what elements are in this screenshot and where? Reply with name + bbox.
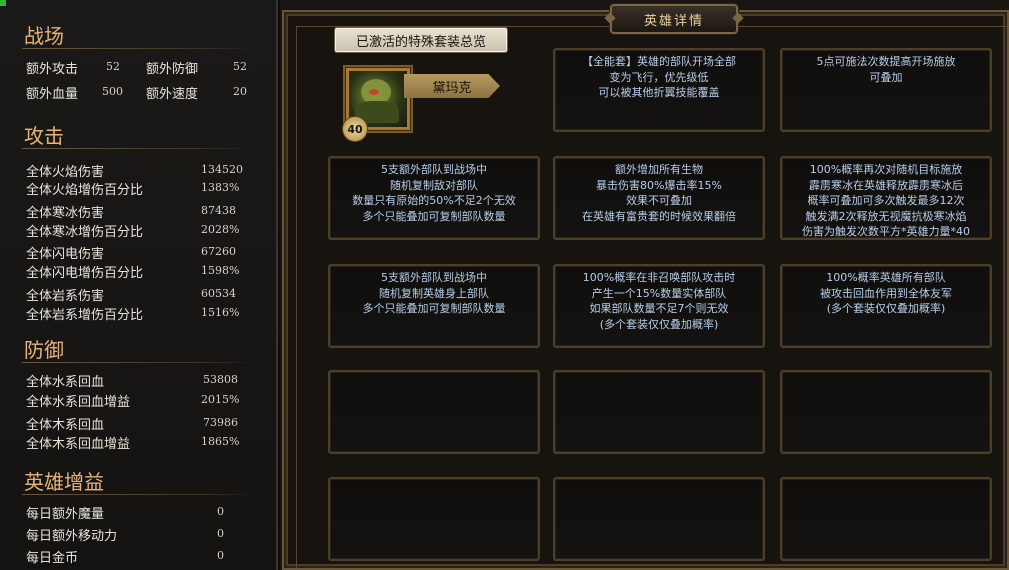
stat-value: 0 — [217, 527, 224, 540]
stat-label: 全体寒冰伤害 — [26, 206, 105, 221]
stat-value: 500 — [102, 85, 123, 98]
divider — [22, 494, 254, 495]
stat-value: 67260 — [201, 245, 236, 258]
empty-set-card[interactable] — [553, 477, 765, 561]
set-card-text: 100%概率英雄所有部队 被攻击回血作用到全体友军 (多个套装仅仅叠加概率) — [820, 271, 952, 315]
set-card[interactable]: 5点可施法次数提高开场施放 可叠加 — [780, 48, 992, 132]
stat-label: 额外攻击 — [26, 62, 79, 77]
stat-value: 20 — [233, 85, 247, 98]
divider — [22, 362, 254, 363]
hero-level-badge: 40 — [342, 116, 368, 142]
stat-label: 全体闪电伤害 — [26, 247, 105, 262]
stat-value: 2015% — [201, 393, 240, 406]
stat-label: 额外速度 — [146, 87, 199, 102]
stat-label: 全体火焰伤害 — [26, 165, 105, 180]
stat-label: 每日额外魔量 — [26, 507, 105, 522]
stat-value: 52 — [233, 60, 247, 73]
set-card[interactable]: 额外增加所有生物 暴击伤害80%爆击率15% 效果不可叠加 在英雄有富贵套的时候… — [553, 156, 765, 240]
stat-value: 1383% — [201, 181, 240, 194]
empty-set-card[interactable] — [780, 370, 992, 454]
stat-label: 全体木系回血增益 — [26, 437, 131, 452]
set-card-text: 100%概率在非召唤部队攻击时 产生一个15%数量实体部队 如果部队数量不足7个… — [582, 271, 736, 331]
section-title-hero-buff: 英雄增益 — [24, 470, 104, 494]
stat-label: 全体木系回血 — [26, 418, 105, 433]
set-card-text: 5支额外部队到战场中 随机复制敌对部队 数量只有原始的50%不足2个无效 多个只… — [352, 163, 516, 223]
active-sets-overview-button[interactable]: 已激活的特殊套装总览 — [334, 27, 508, 53]
stat-value: 60534 — [201, 287, 236, 300]
hero-detail-panel: 英雄详情 已激活的特殊套装总览 40 黛玛克 【全能套】英雄的部队开场全部 变为… — [280, 0, 1009, 570]
stat-label: 每日额外移动力 — [26, 529, 118, 544]
set-card[interactable]: 100%概率再次对随机目标施放 霹雳寒冰在英雄释放霹雳寒冰后 概率可叠加可多次触… — [780, 156, 992, 240]
set-card[interactable]: 100%概率在非召唤部队攻击时 产生一个15%数量实体部队 如果部队数量不足7个… — [553, 264, 765, 348]
set-card[interactable]: 5支额外部队到战场中 随机复制敌对部队 数量只有原始的50%不足2个无效 多个只… — [328, 156, 540, 240]
stat-value: 0 — [217, 505, 224, 518]
stat-value: 1516% — [201, 306, 240, 319]
stat-label: 每日金币 — [26, 551, 79, 566]
set-card-text: 100%概率再次对随机目标施放 霹雳寒冰在英雄释放霹雳寒冰后 概率可叠加可多次触… — [802, 163, 970, 238]
stat-value: 1865% — [201, 435, 240, 448]
set-card-text: 额外增加所有生物 暴击伤害80%爆击率15% 效果不可叠加 在英雄有富贵套的时候… — [582, 163, 736, 223]
empty-set-card[interactable] — [328, 477, 540, 561]
set-card[interactable]: 【全能套】英雄的部队开场全部 变为飞行，优先级低 可以被其他折翼技能覆盖 — [553, 48, 765, 132]
empty-set-card[interactable] — [780, 477, 992, 561]
divider — [22, 48, 254, 49]
set-card-text: 5点可施法次数提高开场施放 可叠加 — [816, 55, 956, 84]
panel-title: 英雄详情 — [610, 4, 738, 34]
stat-label: 全体寒冰增伤百分比 — [26, 225, 144, 240]
stat-label: 全体岩系增伤百分比 — [26, 308, 144, 323]
stat-value: 0 — [217, 549, 224, 562]
stat-value: 87438 — [201, 204, 236, 217]
stat-label: 额外防御 — [146, 62, 199, 77]
stat-label: 全体岩系伤害 — [26, 289, 105, 304]
stats-panel: 战场 额外攻击 52 额外防御 52 额外血量 500 额外速度 20 攻击 全… — [0, 0, 278, 570]
set-card[interactable]: 100%概率英雄所有部队 被攻击回血作用到全体友军 (多个套装仅仅叠加概率) — [780, 264, 992, 348]
hero-name-label: 黛玛克 — [404, 74, 500, 98]
stat-value: 1598% — [201, 264, 240, 277]
stat-label: 全体闪电增伤百分比 — [26, 266, 144, 281]
section-title-defense: 防御 — [24, 338, 64, 362]
stat-label: 全体水系回血 — [26, 375, 105, 390]
empty-set-card[interactable] — [328, 370, 540, 454]
stat-label: 全体火焰增伤百分比 — [26, 183, 144, 198]
section-title-attack: 攻击 — [24, 124, 64, 148]
divider — [22, 148, 254, 149]
set-card[interactable]: 5支额外部队到战场中 随机复制英雄身上部队 多个只能叠加可复制部队数量 — [328, 264, 540, 348]
empty-set-card[interactable] — [553, 370, 765, 454]
stat-value: 2028% — [201, 223, 240, 236]
set-card-text: 5支额外部队到战场中 随机复制英雄身上部队 多个只能叠加可复制部队数量 — [362, 271, 506, 315]
stat-value: 52 — [106, 60, 120, 73]
stat-label: 额外血量 — [26, 87, 79, 102]
stat-value: 134520 — [201, 163, 243, 176]
section-title-battle: 战场 — [24, 24, 64, 48]
stat-label: 全体水系回血增益 — [26, 395, 131, 410]
stat-value: 73986 — [203, 416, 238, 429]
set-card-text: 【全能套】英雄的部队开场全部 变为飞行，优先级低 可以被其他折翼技能覆盖 — [582, 55, 736, 99]
stat-value: 53808 — [203, 373, 238, 386]
